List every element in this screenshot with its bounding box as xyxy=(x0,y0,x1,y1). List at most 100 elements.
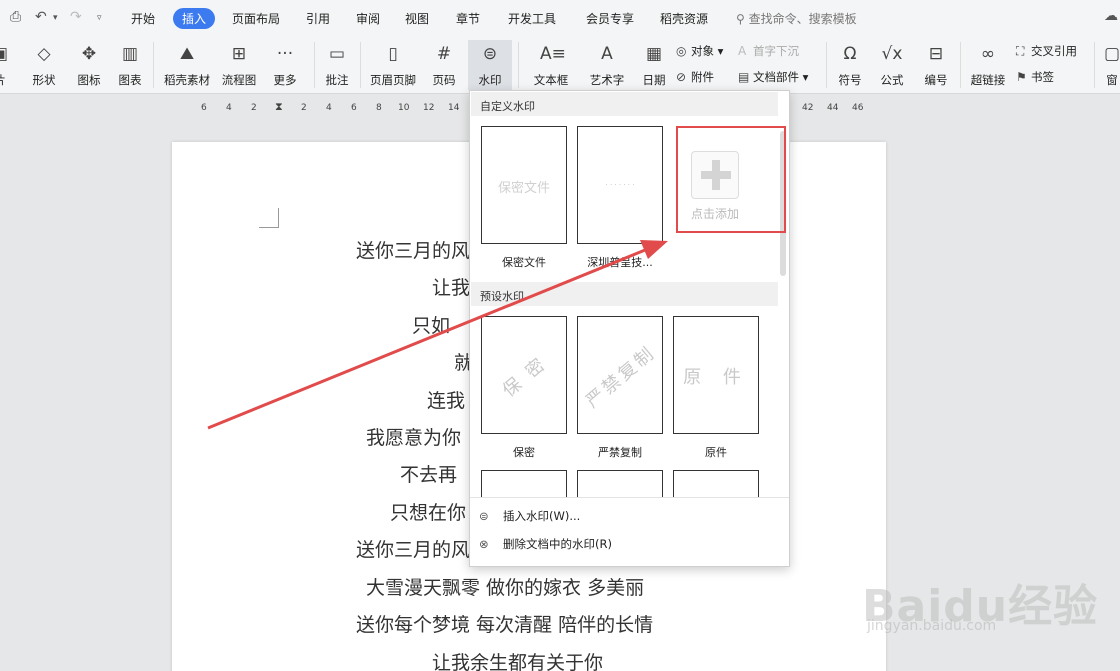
tab-home[interactable]: 开始 xyxy=(131,10,155,27)
preset-watermark-card[interactable] xyxy=(481,470,567,497)
undo-dropdown-icon[interactable]: ▾ xyxy=(53,13,58,23)
cloud-icon[interactable]: ☁ xyxy=(1104,8,1118,24)
custom-watermark-card[interactable]: 保密文件 xyxy=(481,126,567,244)
ruler-tick: 10 xyxy=(398,103,410,113)
bookmark-icon: ⚑ xyxy=(1016,70,1027,84)
docpart-label: 文档部件 xyxy=(753,70,799,84)
shapes-label: 形状 xyxy=(32,73,56,87)
hyperlink-button[interactable]: ∞ 超链接 xyxy=(966,40,1010,90)
chart-label: 图表 xyxy=(118,73,142,87)
menu-bar: ⎙ ↶ ▾ ↷ ▿ 开始 插入 页面布局 引用 审阅 视图 章节 开发工具 会员… xyxy=(0,0,1120,36)
icons-button[interactable]: ✥ 图标 xyxy=(70,40,108,90)
icons-icon: ✥ xyxy=(81,44,97,64)
formula-button[interactable]: √x 公式 xyxy=(874,40,910,90)
ribbon-divider xyxy=(360,42,361,88)
tab-view[interactable]: 视图 xyxy=(405,10,429,27)
tab-developer[interactable]: 开发工具 xyxy=(508,10,556,27)
delete-watermark-menu-item[interactable]: ⊗ 删除文档中的水印(R) xyxy=(479,536,612,552)
object-button[interactable]: ◎ 对象 ▾ xyxy=(676,43,723,59)
comment-button[interactable]: ▭ 批注 xyxy=(320,40,354,90)
preset-watermark-card[interactable]: 严禁复制 xyxy=(577,316,663,434)
picture-label: 片 xyxy=(0,72,14,88)
wordart-button[interactable]: A 艺术字 xyxy=(582,40,632,90)
more-button[interactable]: ··· 更多 xyxy=(264,40,306,90)
ruler-tick: 4 xyxy=(326,103,332,113)
ruler-tick: 6 xyxy=(351,103,357,113)
date-button[interactable]: ▦ 日期 xyxy=(638,40,670,90)
date-icon: ▦ xyxy=(645,44,663,64)
tab-page-layout[interactable]: 页面布局 xyxy=(232,10,280,27)
wordart-icon: A xyxy=(601,44,613,64)
lyric-line: 送你三月的风 xyxy=(356,240,471,262)
shapes-button[interactable]: ◇ 形状 xyxy=(24,40,64,90)
insert-watermark-menu-item[interactable]: ⊜ 插入水印(W)... xyxy=(479,508,580,524)
header-footer-label: 页眉页脚 xyxy=(370,73,416,87)
print-preview-icon[interactable]: ⎙ xyxy=(10,9,21,25)
page-number-button[interactable]: # 页码 xyxy=(424,40,464,90)
picture-button[interactable]: ▣片 xyxy=(0,40,14,90)
comment-icon: ▭ xyxy=(328,44,346,64)
date-label: 日期 xyxy=(642,73,666,87)
lyric-line: 不去再 xyxy=(400,464,458,486)
wordart-label: 艺术字 xyxy=(589,73,625,87)
comment-label: 批注 xyxy=(325,73,349,87)
paperclip-icon: ⊘ xyxy=(676,70,687,84)
add-custom-watermark-button[interactable]: 点击添加 xyxy=(676,126,786,233)
window-button[interactable]: ▢ 窗 xyxy=(1100,40,1120,90)
margin-corner-mark xyxy=(259,208,279,228)
preset-watermark-card[interactable] xyxy=(577,470,663,497)
watermark-icon: ⊜ xyxy=(482,44,498,64)
chart-button[interactable]: ▥ 图表 xyxy=(114,40,146,90)
add-watermark-label: 点击添加 xyxy=(691,207,740,221)
textbox-icon: A≡ xyxy=(540,44,566,64)
material-icon: ⛰ xyxy=(179,44,195,64)
attachment-button[interactable]: ⊘ 附件 xyxy=(676,69,714,85)
flowchart-label: 流程图 xyxy=(221,73,257,87)
preset-watermark-card[interactable]: 原 件 xyxy=(673,316,759,434)
textbox-button[interactable]: A≡ 文本框 xyxy=(524,40,578,90)
header-footer-button[interactable]: ▯ 页眉页脚 xyxy=(366,40,420,90)
ruler-tick: 6 xyxy=(201,103,207,113)
indent-marker-icon[interactable]: ⧗ xyxy=(275,100,283,114)
crossref-button[interactable]: ⛶ 交叉引用 xyxy=(1016,43,1077,59)
tab-references[interactable]: 引用 xyxy=(306,10,330,27)
watermark-button[interactable]: ⊜ 水印 xyxy=(468,40,512,90)
formula-label: 公式 xyxy=(880,73,904,87)
preset-watermark-card[interactable] xyxy=(673,470,759,497)
symbol-button[interactable]: Ω 符号 xyxy=(832,40,868,90)
tab-insert[interactable]: 插入 xyxy=(173,8,216,29)
custom-watermark-header: 自定义水印 xyxy=(471,92,778,116)
ribbon-divider xyxy=(153,42,154,88)
tab-member[interactable]: 会员专享 xyxy=(586,10,634,27)
command-search[interactable]: ⚲ 查找命令、搜索模板 xyxy=(736,10,857,27)
watermark-preview: 严禁复制 xyxy=(582,342,660,413)
watermark-dropdown: 自定义水印 保密文件 保密文件 · · · · · · · 深圳普呈技... 点… xyxy=(469,90,790,567)
docpart-button[interactable]: ▤ 文档部件 ▾ xyxy=(738,69,808,85)
preset-watermark-card[interactable]: 保 密 xyxy=(481,316,567,434)
preset-watermark-label: 严禁复制 xyxy=(598,446,642,459)
crossref-label: 交叉引用 xyxy=(1031,44,1077,58)
lyric-line: 只想在你 xyxy=(390,502,467,524)
docpart-icon: ▤ xyxy=(738,70,750,84)
flowchart-button[interactable]: ⊞ 流程图 xyxy=(218,40,260,90)
shapes-icon: ◇ xyxy=(37,44,51,64)
insert-ribbon: ▣片 ◇ 形状 ✥图标 ▥图表 ⛰ 稻壳素材 ⊞ 流程图 ···更多 ▭ 批注 ▯页眉页… xyxy=(0,36,1120,94)
docer-material-button[interactable]: ⛰ 稻壳素材 xyxy=(160,40,214,90)
numbering-button[interactable]: ⊟ 编号 xyxy=(918,40,954,90)
tab-sections[interactable]: 章节 xyxy=(456,10,480,27)
ruler-tick: 46 xyxy=(852,103,864,113)
undo-icon[interactable]: ↶ xyxy=(35,9,47,25)
redo-icon[interactable]: ↷ xyxy=(70,9,82,25)
baidu-logo-url: jingyan.baidu.com xyxy=(867,618,997,634)
tab-review[interactable]: 审阅 xyxy=(356,10,380,27)
delete-watermark-icon: ⊗ xyxy=(479,537,489,551)
customize-dropdown-icon[interactable]: ▿ xyxy=(97,13,102,23)
tab-docer-resources[interactable]: 稻壳资源 xyxy=(660,10,708,27)
flowchart-icon: ⊞ xyxy=(231,44,247,64)
watermark-preview: 保 密 xyxy=(498,352,552,402)
docer-material-label: 稻壳素材 xyxy=(164,73,210,87)
custom-watermark-card[interactable]: · · · · · · · xyxy=(577,126,663,244)
bookmark-button[interactable]: ⚑ 书签 xyxy=(1016,69,1054,85)
dropcap-button[interactable]: A 首字下沉 xyxy=(738,43,799,59)
ruler-tick: 42 xyxy=(802,103,814,113)
